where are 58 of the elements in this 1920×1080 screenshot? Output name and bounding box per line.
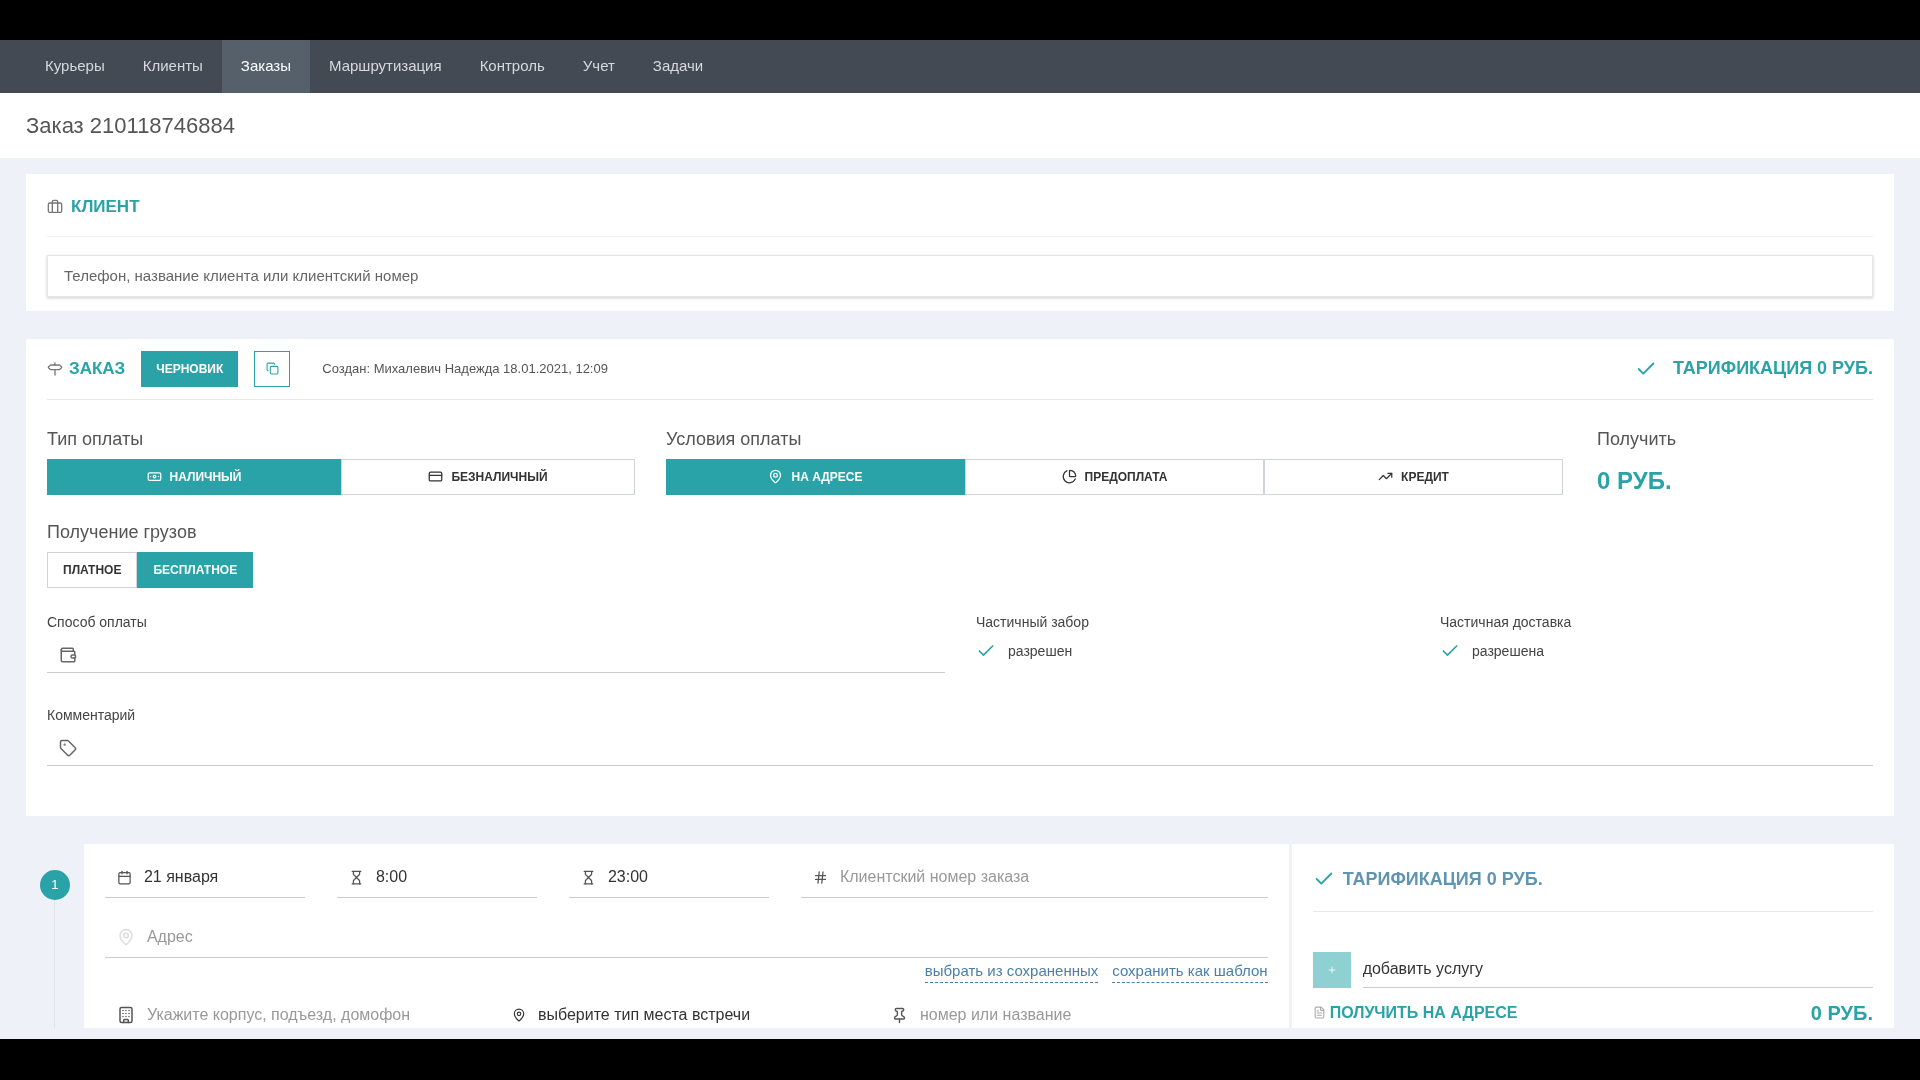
add-service-field[interactable]: добавить услугу	[1362, 951, 1873, 988]
group-label: Тип оплаты	[47, 427, 145, 451]
step-number: 1	[39, 869, 70, 900]
group-label: Получение грузов	[47, 520, 198, 544]
template-link[interactable]: сохранить как шаблон	[1112, 959, 1268, 983]
field-label: Частичный забор	[976, 612, 1090, 632]
option-icon	[146, 469, 162, 484]
segment-option[interactable]: КРЕДИТ	[1264, 458, 1563, 495]
segment-option[interactable]: ПРЕДОПЛАТА	[965, 458, 1264, 495]
pin-icon	[511, 1008, 526, 1022]
nav-tab[interactable]: Контроль	[460, 40, 564, 93]
nav-tab[interactable]: Клиенты	[123, 40, 222, 93]
permission-value: разрешена	[1472, 641, 1544, 661]
signpost-icon	[47, 360, 63, 377]
template-link[interactable]: выбрать из сохраненных	[924, 959, 1099, 983]
receive-label: ПОЛУЧИТЬ НА АДРЕСЕ	[1329, 1002, 1518, 1023]
page-title: Заказ 210118746884	[26, 112, 235, 140]
nav-tab[interactable]: Маршрутизация	[310, 40, 461, 93]
field-label: Способ оплаты	[47, 612, 148, 632]
hash-icon	[812, 869, 828, 885]
nav-tab[interactable]: Курьеры	[26, 40, 124, 93]
nav-tab[interactable]: Заказы	[221, 40, 310, 93]
wallet-icon	[59, 646, 77, 664]
pin-icon	[116, 928, 135, 946]
field-label: Частичная доставка	[1440, 612, 1572, 632]
tariff-total: ТАРИФИКАЦИЯ 0 РУБ.	[1342, 867, 1543, 891]
option-icon	[428, 469, 444, 484]
segment-option[interactable]: ПЛАТНОЕ	[47, 551, 138, 588]
copy-button[interactable]	[254, 350, 291, 387]
option-icon	[768, 469, 784, 484]
nav-tab[interactable]: Учет	[563, 40, 634, 93]
add-button[interactable]	[1312, 951, 1351, 988]
group-label: Условия оплаты	[666, 427, 803, 451]
segment-option[interactable]: БЕЗНАЛИЧНЫЙ	[341, 458, 635, 495]
briefcase-icon	[47, 198, 63, 215]
building-icon	[116, 1006, 135, 1024]
client-search-field[interactable]: Телефон, название клиента или клиентский номер	[47, 254, 1873, 297]
form-field[interactable]: 8:00	[336, 857, 537, 898]
status-badge: ЧЕРНОВИК	[141, 350, 239, 387]
meeting-type-select[interactable]: выберите тип места встречи	[511, 1003, 891, 1027]
created-info: Создан: Михалевич Надежда 18.01.2021, 12:09	[322, 359, 608, 378]
calendar-icon	[116, 869, 132, 885]
receive-amount: 0 РУБ.	[1810, 1000, 1873, 1026]
receive-amount: 0 РУБ.	[1597, 465, 1673, 496]
tag-icon	[59, 739, 77, 757]
form-field[interactable]: 23:00	[568, 857, 769, 898]
section-heading: ЗАКАЗ	[69, 357, 126, 380]
form-field[interactable]: 21 января	[104, 857, 305, 898]
nav-tab[interactable]: Задачи	[633, 40, 723, 93]
field-label: Комментарий	[47, 705, 137, 725]
copy-icon	[265, 362, 279, 375]
section-heading: КЛИЕНТ	[71, 196, 140, 218]
plus-icon	[1326, 964, 1337, 975]
permission-value: разрешен	[1008, 641, 1073, 661]
group-label: Получить	[1597, 427, 1677, 451]
option-icon	[1061, 469, 1077, 484]
tariff-total: ТАРИФИКАЦИЯ 0 РУБ.	[1672, 357, 1873, 380]
document-icon	[1312, 1006, 1326, 1019]
